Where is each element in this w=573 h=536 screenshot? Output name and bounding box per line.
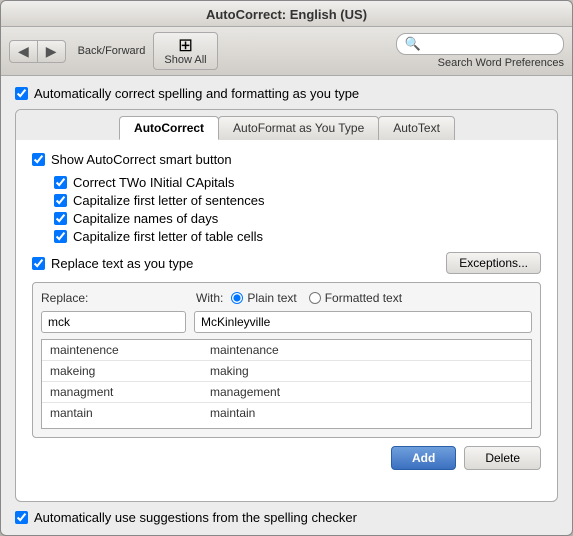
nav-buttons: ◀ ▶ (9, 40, 66, 63)
replace-header-left: Replace text as you type (32, 256, 193, 271)
capitalize-sentences-checkbox[interactable] (54, 194, 67, 207)
autocorrect-table[interactable]: maintenence maintenance makeing making m… (41, 339, 532, 429)
plain-text-radio[interactable] (231, 292, 243, 304)
search-icon: 🔍 (405, 36, 421, 52)
show-smart-button-label: Show AutoCorrect smart button (51, 152, 232, 167)
replace-input[interactable] (41, 311, 186, 333)
title-bar: AutoCorrect: English (US) (1, 1, 572, 27)
capitalize-days-label: Capitalize names of days (73, 211, 218, 226)
replace-text-label: Replace text as you type (51, 256, 193, 271)
bottom-checkbox-row: Automatically use suggestions from the s… (15, 510, 558, 525)
table-cell-with: management (210, 385, 523, 399)
top-auto-correct-checkbox-row: Automatically correct spelling and forma… (15, 86, 558, 101)
show-all-button[interactable]: ⊞ Show All (153, 32, 217, 70)
search-label: Search Word Preferences (438, 57, 564, 69)
replace-fields-box: Replace: With: Plain text (32, 282, 541, 438)
capitalize-table-cells-label: Capitalize first letter of table cells (73, 229, 263, 244)
spelling-suggestions-checkbox[interactable] (15, 511, 28, 524)
tab-panel: AutoCorrect AutoFormat as You Type AutoT… (15, 109, 558, 502)
table-row[interactable]: makeing making (42, 361, 531, 382)
forward-button[interactable]: ▶ (38, 41, 65, 62)
window-title: AutoCorrect: English (US) (206, 7, 367, 22)
with-input[interactable] (194, 311, 532, 333)
plain-text-radio-label: Plain text (231, 291, 296, 305)
search-field-wrap: 🔍 (396, 33, 564, 55)
tab-autotext[interactable]: AutoText (378, 116, 455, 140)
search-input[interactable] (425, 37, 555, 51)
capitalize-days-checkbox[interactable] (54, 212, 67, 225)
add-button[interactable]: Add (391, 446, 456, 470)
replace-section: Replace text as you type Exceptions... R… (32, 252, 541, 470)
table-cell-replace: makeing (50, 364, 210, 378)
capitalize-sentences-row: Capitalize first letter of sentences (54, 193, 541, 208)
radio-group: Plain text Formatted text (231, 291, 402, 305)
with-label: With: (196, 291, 223, 305)
auto-correct-label: Automatically correct spelling and forma… (34, 86, 359, 101)
back-button[interactable]: ◀ (10, 41, 38, 62)
table-cell-replace: mantain (50, 406, 210, 420)
tab-autocorrect[interactable]: AutoCorrect (119, 116, 219, 140)
show-smart-button-row: Show AutoCorrect smart button (32, 152, 541, 167)
tab-content-autocorrect: Show AutoCorrect smart button Correct TW… (16, 140, 557, 501)
correct-capitals-checkbox[interactable] (54, 176, 67, 189)
plain-text-label: Plain text (247, 291, 296, 305)
table-cell-with: making (210, 364, 523, 378)
with-options: With: Plain text Formatted text (196, 291, 402, 305)
show-all-label: Show All (164, 54, 206, 66)
show-all-icon: ⊞ (178, 36, 193, 54)
exceptions-button[interactable]: Exceptions... (446, 252, 541, 274)
spelling-suggestions-label: Automatically use suggestions from the s… (34, 510, 357, 525)
search-area: 🔍 Search Word Preferences (396, 33, 564, 69)
toolbar: ◀ ▶ Back/Forward ⊞ Show All 🔍 Search Wor… (1, 27, 572, 76)
table-cell-replace: maintenence (50, 343, 210, 357)
table-row[interactable]: mantain maintain (42, 403, 531, 423)
table-row[interactable]: maintenence maintenance (42, 340, 531, 361)
action-buttons: Add Delete (32, 446, 541, 470)
formatted-text-radio[interactable] (309, 292, 321, 304)
nav-label: Back/Forward (78, 45, 146, 57)
table-cell-with: maintenance (210, 343, 523, 357)
capitalize-table-cells-checkbox[interactable] (54, 230, 67, 243)
table-row[interactable]: managment management (42, 382, 531, 403)
delete-button[interactable]: Delete (464, 446, 541, 470)
formatted-text-label: Formatted text (325, 291, 402, 305)
sub-options: Correct TWo INitial CApitals Capitalize … (54, 175, 541, 244)
capitalize-sentences-label: Capitalize first letter of sentences (73, 193, 264, 208)
auto-correct-checkbox[interactable] (15, 87, 28, 100)
capitalize-table-cells-row: Capitalize first letter of table cells (54, 229, 541, 244)
correct-capitals-label: Correct TWo INitial CApitals (73, 175, 234, 190)
table-cell-with: maintain (210, 406, 523, 420)
show-smart-button-checkbox[interactable] (32, 153, 45, 166)
tabs-row: AutoCorrect AutoFormat as You Type AutoT… (16, 110, 557, 140)
window: AutoCorrect: English (US) ◀ ▶ Back/Forwa… (0, 0, 573, 536)
field-labels-row: Replace: With: Plain text (41, 291, 532, 305)
table-cell-replace: managment (50, 385, 210, 399)
formatted-text-radio-label: Formatted text (309, 291, 402, 305)
replace-text-checkbox[interactable] (32, 257, 45, 270)
tab-autoformat[interactable]: AutoFormat as You Type (218, 116, 379, 140)
capitalize-days-row: Capitalize names of days (54, 211, 541, 226)
replace-header: Replace text as you type Exceptions... (32, 252, 541, 274)
correct-capitals-row: Correct TWo INitial CApitals (54, 175, 541, 190)
field-inputs-row (41, 311, 532, 333)
replace-label: Replace: (41, 291, 196, 305)
content-area: Automatically correct spelling and forma… (1, 76, 572, 535)
